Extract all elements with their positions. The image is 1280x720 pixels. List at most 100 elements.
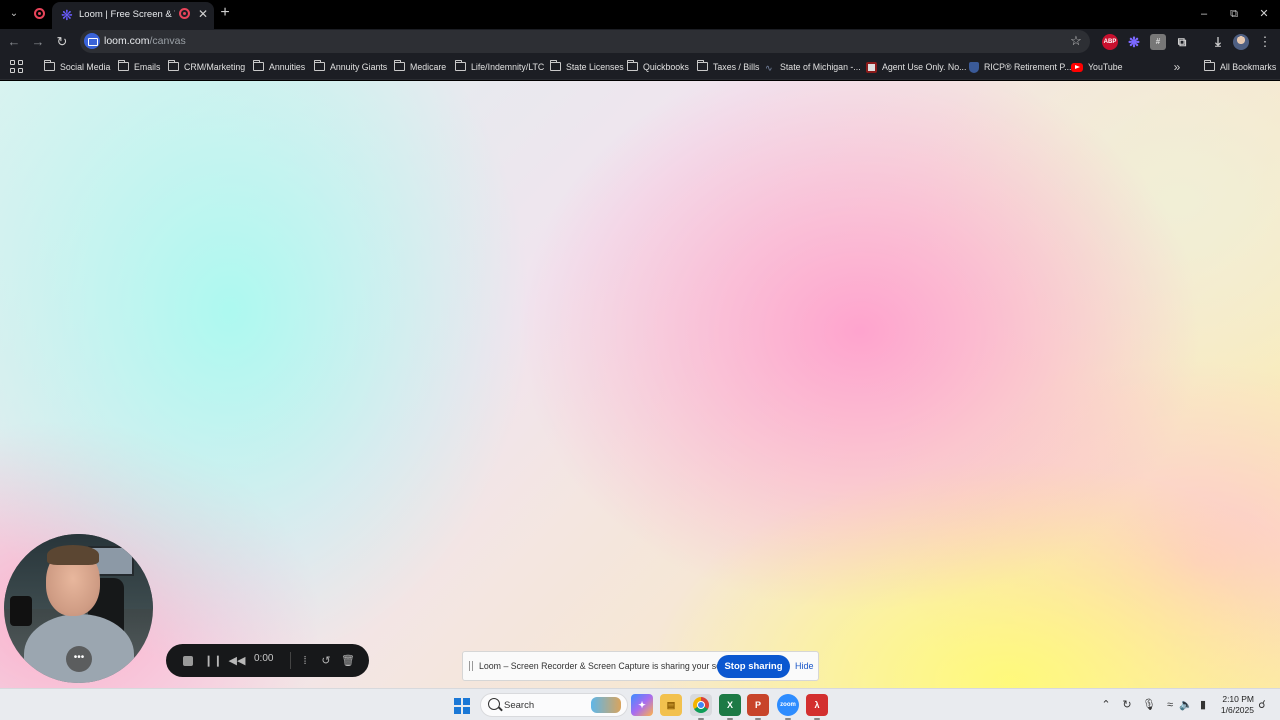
restart-recording-icon[interactable]: ↺ [317,652,335,670]
bookmark-taxes-bills[interactable]: Taxes / Bills [696,59,759,75]
drag-handle-icon[interactable] [469,661,473,671]
profile-avatar[interactable] [1233,34,1249,50]
restore-button[interactable]: ⧉ [1219,2,1249,26]
windows-start-icon[interactable] [454,698,470,714]
share-message: Loom – Screen Recorder & Screen Capture … [479,661,741,671]
bookmark-annuity-giants[interactable]: Annuity Giants [313,59,387,75]
folder-icon [1203,60,1215,72]
screen-share-banner: Loom – Screen Recorder & Screen Capture … [462,651,819,681]
zoom-app-icon[interactable]: zoom [777,694,799,720]
volume-icon[interactable]: 🔈 [1179,697,1193,713]
clock-date: 1/6/2025 [1220,705,1254,715]
battery-icon[interactable]: ▮ [1196,697,1210,713]
chrome-app-icon[interactable] [690,694,712,720]
taskbar-search[interactable]: Search [480,693,628,717]
powerpoint-app-icon[interactable]: P [747,694,769,720]
windows-taskbar: Search ✦ ▤ X P zoom λ ⌃ ↻ 🎙 ≈ 🔈 ▮ 2:10 P… [0,688,1280,720]
address-bar[interactable]: loom.com/canvas ☆ [80,30,1090,53]
controls-divider [290,652,291,669]
apps-grid-icon[interactable] [10,60,24,74]
show-hidden-icons-chevron[interactable]: ⌃ [1099,697,1113,713]
folder-icon [393,60,405,72]
loom-extension-icon[interactable]: ❋ [1126,34,1142,50]
bookmark-social-media[interactable]: Social Media [43,59,110,75]
recording-timer: 0:00 [254,653,274,664]
bookmark-star-icon[interactable]: ☆ [1068,33,1084,49]
pause-button[interactable]: ❙❙ [204,652,222,670]
reload-button[interactable]: ↻ [52,32,72,52]
loom-favicon-icon: ❋ [61,7,73,23]
folder-icon [43,60,55,72]
all-bookmarks-button[interactable]: All Bookmarks [1203,59,1276,75]
stop-recording-button[interactable] [179,652,197,670]
webcam-microphone [10,596,32,626]
minimize-button[interactable]: – [1189,2,1219,26]
delete-recording-icon[interactable]: 🗑 [339,652,357,670]
adblock-extension-icon[interactable]: ABP [1102,34,1118,50]
site-info-icon[interactable] [84,33,100,49]
recording-tab-icon[interactable] [34,8,45,19]
tab-search-chevron-icon[interactable]: ⌄ [4,5,24,23]
bookmark-medicare[interactable]: Medicare [393,59,446,75]
search-highlight-image [591,697,621,713]
webcam-options-icon[interactable]: ••• [66,646,92,672]
bookmark-ricp-retirement[interactable]: RICP® Retirement P... [969,59,1071,75]
wifi-icon[interactable]: ≈ [1163,697,1177,713]
taskbar-clock[interactable]: 2:10 PM 1/6/2025 [1214,694,1254,716]
michigan-icon: ∿ [765,62,773,73]
folder-icon [696,60,708,72]
webcam-person-hair [47,545,99,565]
copilot-app-icon[interactable]: ✦ [631,694,653,716]
tab-loom[interactable]: ❋ Loom | Free Screen & Video ✕ [52,2,214,29]
sync-icon[interactable]: ↻ [1120,697,1134,713]
loom-canvas[interactable] [0,81,1280,688]
stop-icon [183,656,193,666]
new-tab-button[interactable]: + [216,4,234,22]
extensions-puzzle-icon[interactable]: ⧉ [1174,34,1190,50]
webcam-bubble[interactable]: ••• [4,534,153,683]
folder-icon [313,60,325,72]
more-bookmarks-chevron-icon[interactable]: » [1170,59,1184,75]
folder-icon [549,60,561,72]
bookmark-youtube[interactable]: YouTube [1071,59,1123,75]
bookmark-state-of-michigan[interactable]: ∿ State of Michigan -... [765,59,861,75]
bookmark-quickbooks[interactable]: Quickbooks [626,59,689,75]
youtube-icon [1071,63,1083,73]
bookmark-crm-marketing[interactable]: CRM/Marketing [167,59,245,75]
folder-icon [117,60,129,72]
hide-banner-link[interactable]: Hide [795,661,814,671]
extension-icon[interactable]: # [1150,34,1166,50]
notification-bell-icon[interactable]: ☌ [1255,697,1269,713]
folder-icon [252,60,264,72]
close-window-button[interactable]: ✕ [1249,2,1279,26]
chrome-center-icon [697,701,705,709]
excel-app-icon[interactable]: X [719,694,741,720]
folder-icon [626,60,638,72]
bookmark-state-licenses[interactable]: State Licenses [549,59,624,75]
adobe-acrobat-app-icon[interactable]: λ [806,694,828,720]
rewind-button[interactable]: ◀◀ [228,652,246,670]
recording-controls: ❙❙ ◀◀ 0:00 ⁞ ↺ 🗑 [166,644,369,677]
ricp-shield-icon [969,62,979,74]
bookmark-emails[interactable]: Emails [117,59,160,75]
browser-toolbar: ← → ↻ loom.com/canvas ☆ ABP ❋ # ⧉ ⤓ ⋮ [0,29,1280,54]
browser-menu-icon[interactable]: ⋮ [1258,34,1272,50]
bookmark-life-indemnity-ltc[interactable]: Life/Indemnity/LTC [454,59,544,75]
tab-close-icon[interactable]: ✕ [195,6,211,22]
drawing-tools-icon[interactable]: ⁞ [296,652,314,670]
bookmarks-bar: Social Media Emails CRM/Marketing Annuit… [0,54,1280,80]
back-button[interactable]: ← [4,32,24,52]
agent-site-icon [866,62,877,74]
microphone-icon[interactable]: 🎙 [1142,697,1156,713]
bookmark-agent-use-only[interactable]: Agent Use Only. No... [866,59,966,75]
search-label: Search [504,700,535,711]
forward-button[interactable]: → [28,32,48,52]
stop-sharing-button[interactable]: Stop sharing [717,655,790,678]
download-icon[interactable]: ⤓ [1210,34,1226,50]
bookmark-annuities[interactable]: Annuities [252,59,305,75]
url-text[interactable]: loom.com/canvas [104,35,186,47]
clock-time: 2:10 PM [1222,694,1254,704]
tab-recording-indicator-icon [179,8,190,19]
file-explorer-app-icon[interactable]: ▤ [660,694,682,716]
tab-strip: ⌄ ❋ Loom | Free Screen & Video ✕ + – ⧉ ✕ [0,0,1280,29]
